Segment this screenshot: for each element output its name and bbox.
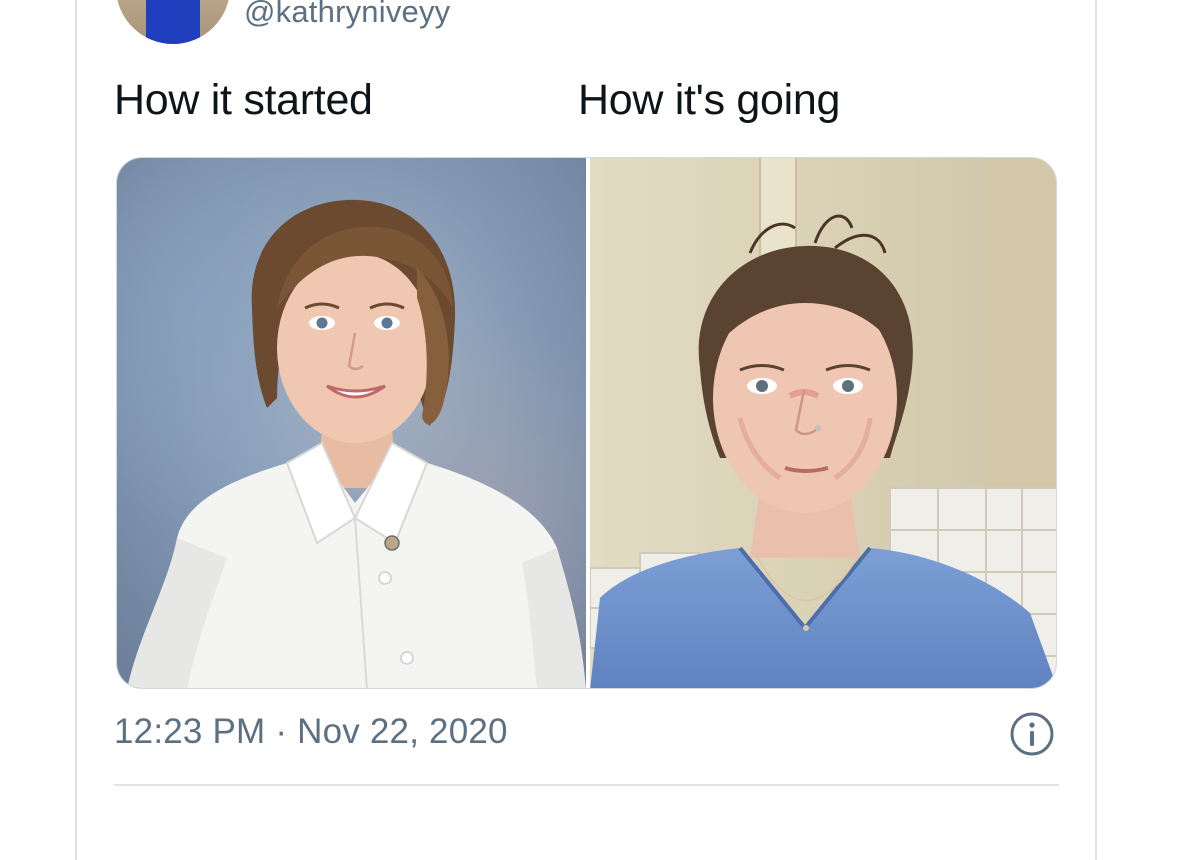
photo-after[interactable] xyxy=(590,158,1056,688)
photo-before[interactable] xyxy=(117,158,586,688)
caption-how-its-going: How it's going xyxy=(578,76,841,124)
info-circle-icon[interactable] xyxy=(1010,712,1054,756)
avatar[interactable] xyxy=(116,0,230,44)
tweet-timestamp[interactable]: 12:23 PM · Nov 22, 2020 xyxy=(114,712,508,752)
caption-how-it-started: How it started xyxy=(114,76,373,124)
user-handle[interactable]: @kathryniveyy xyxy=(244,0,450,30)
divider xyxy=(114,784,1059,786)
avatar-figure xyxy=(146,0,200,44)
tweet-media-grid xyxy=(116,157,1057,689)
